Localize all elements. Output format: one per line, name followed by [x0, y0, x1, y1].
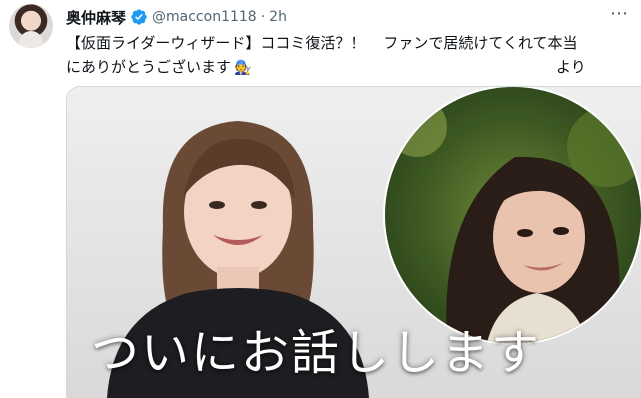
author-display-name[interactable]: 奥仲麻琴	[66, 7, 126, 28]
separator-dot: ·	[260, 9, 266, 25]
tweet-text-segment: より	[556, 58, 586, 76]
author-handle[interactable]: @maccon1118	[152, 9, 257, 25]
tweet-text: 【仮面ライダーウィザード】ココミ復活？！ ファンで居続けてくれて本当 にありがとう…	[66, 31, 626, 79]
tweet-header: 奥仲麻琴 @maccon1118 · 2h	[66, 5, 287, 29]
tweet-text-line-2: にありがとうございます 🧑‍🔧 より	[66, 55, 626, 79]
timestamp[interactable]: 2h	[269, 9, 287, 25]
verified-badge-icon	[131, 9, 147, 25]
technologist-emoji-icon: 🧑‍🔧	[234, 60, 252, 76]
tweet-text-segment: にありがとうございます	[66, 58, 232, 76]
tweet-text-line-1: 【仮面ライダーウィザード】ココミ復活？！ ファンで居続けてくれて本当	[66, 31, 626, 55]
tweet-text-segment: 【仮面ライダーウィザード】ココミ復活？！	[66, 34, 366, 52]
inset-photo	[385, 87, 641, 343]
media-caption: ついにお話しします	[91, 325, 542, 381]
avatar[interactable]	[9, 4, 53, 48]
tweet-media[interactable]: ついにお話しします	[66, 86, 641, 398]
tweet-text-segment: ファンで居続けてくれて本当	[383, 34, 578, 52]
more-options-icon[interactable]: ⋯	[610, 3, 629, 24]
